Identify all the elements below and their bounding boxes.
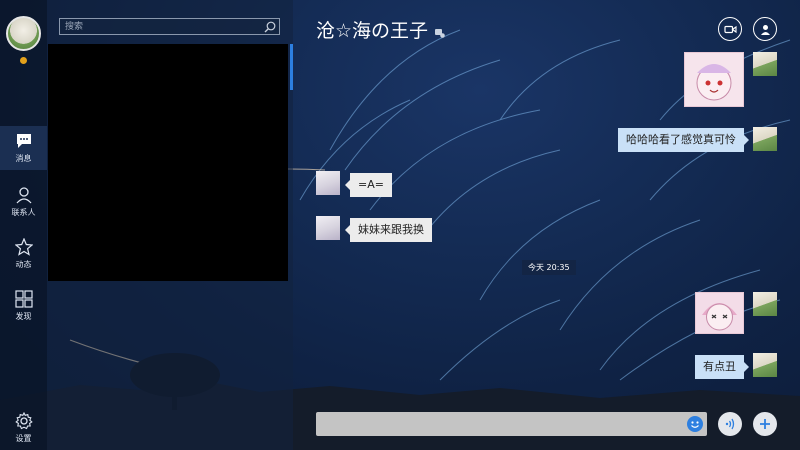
plus-icon: [760, 419, 770, 429]
my-avatar[interactable]: [753, 292, 777, 316]
message-bubble-out[interactable]: 哈哈哈看了感觉真可怜: [618, 128, 749, 152]
nav-feed[interactable]: 动态: [0, 232, 47, 276]
emoji-button[interactable]: [687, 416, 703, 432]
emoji-icon: [691, 421, 699, 428]
contact-avatar[interactable]: [316, 216, 340, 240]
sticker-message[interactable]: [684, 52, 744, 107]
person-icon: [16, 187, 31, 204]
my-avatar[interactable]: [753, 353, 777, 377]
person-icon: [760, 24, 770, 35]
chat-header: 沧☆海の王子: [316, 16, 446, 43]
status-indicator: [20, 57, 27, 64]
message-bubble-in[interactable]: =A=: [345, 173, 392, 197]
nav-contacts[interactable]: 联系人: [0, 180, 47, 224]
nav-messages-label: 消息: [15, 154, 32, 163]
search-input[interactable]: [60, 19, 263, 34]
user-avatar[interactable]: [6, 16, 41, 51]
nav-settings-label: 设置: [15, 434, 32, 443]
sticker-image: [696, 293, 743, 333]
search-box: [59, 18, 280, 35]
message-bubble-in[interactable]: 妹妹来跟我换: [345, 218, 432, 242]
conversation-list-scrollbar[interactable]: [290, 44, 293, 90]
message-input[interactable]: [316, 412, 681, 436]
chat-tag-icon: [435, 28, 445, 38]
nav-settings[interactable]: 设置: [0, 406, 47, 450]
gear-icon: [14, 412, 33, 430]
grid-icon: [14, 290, 33, 308]
conversation-list-panel: [47, 0, 293, 450]
message-input-bar: [316, 412, 707, 436]
contact-avatar[interactable]: [316, 171, 340, 195]
nav-discover[interactable]: 发现: [0, 284, 47, 328]
nav-contacts-label: 联系人: [11, 208, 36, 217]
sticker-message[interactable]: [695, 292, 744, 334]
nav-messages[interactable]: 消息: [0, 126, 47, 170]
my-avatar[interactable]: [753, 52, 777, 76]
chat-bubble-icon: [16, 134, 31, 148]
nav-discover-label: 发现: [15, 312, 32, 321]
conversation-list[interactable]: [48, 44, 288, 281]
navigation-rail: 消息 联系人 动态 发现 设置: [0, 0, 47, 450]
voice-button[interactable]: [718, 412, 742, 436]
search-icon[interactable]: [263, 20, 277, 34]
video-camera-icon: [723, 25, 737, 33]
add-attachment-button[interactable]: [753, 412, 777, 436]
my-avatar[interactable]: [753, 127, 777, 151]
message-timestamp: 今天 20:35: [522, 260, 576, 275]
sticker-image: [685, 53, 743, 106]
message-bubble-out[interactable]: 有点丑: [695, 355, 749, 379]
video-call-button[interactable]: [718, 17, 742, 41]
voice-wave-icon: [725, 418, 735, 430]
chat-title: 沧☆海の王子: [316, 20, 429, 42]
nav-feed-label: 动态: [15, 260, 32, 269]
profile-button[interactable]: [753, 17, 777, 41]
star-icon: [14, 238, 33, 256]
